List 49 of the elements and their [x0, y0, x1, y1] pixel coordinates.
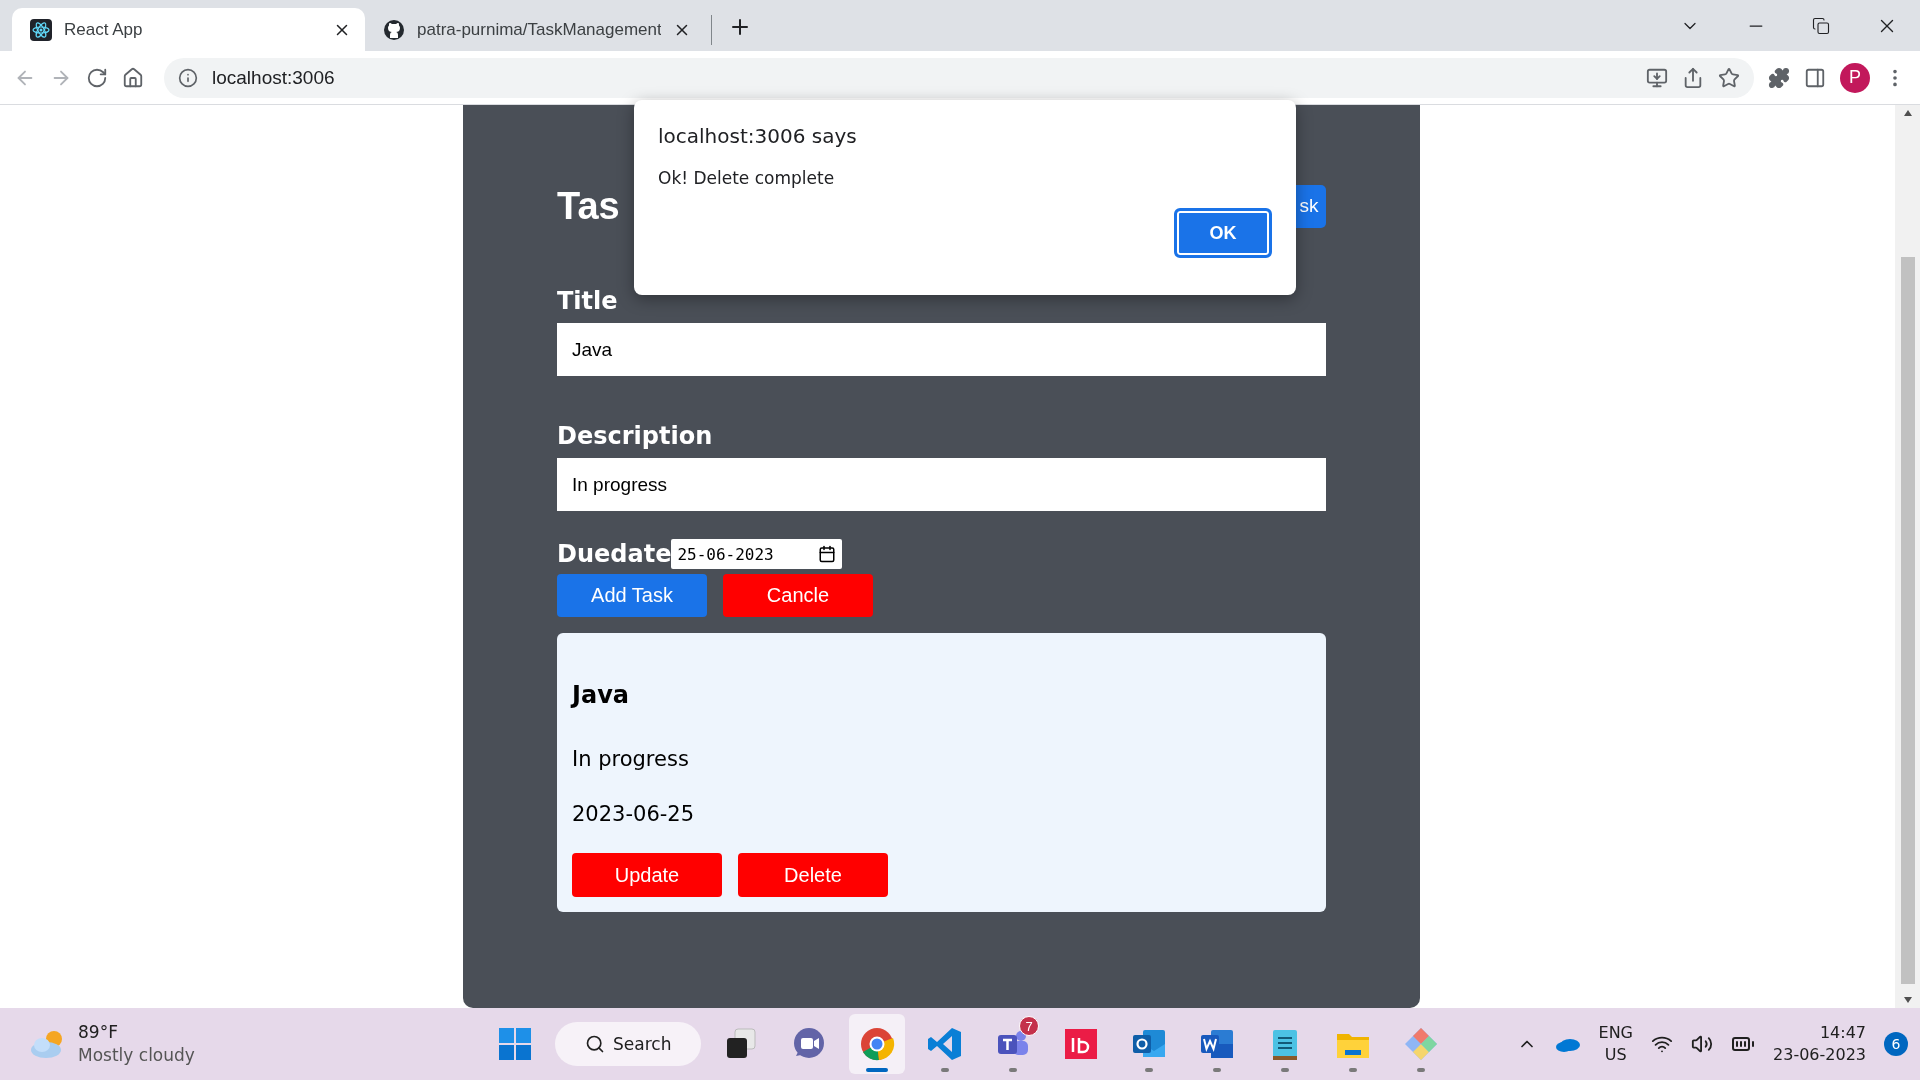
notification-badge: 7 — [1019, 1016, 1039, 1036]
install-icon[interactable] — [1646, 66, 1668, 89]
task-due-date: 2023-06-25 — [572, 801, 696, 828]
ok-button[interactable]: OK — [1174, 208, 1272, 258]
reload-icon[interactable] — [86, 66, 108, 89]
action-button[interactable]: Add Task — [557, 574, 707, 617]
cat-logo-icon — [383, 18, 405, 41]
field-label: Description — [557, 421, 714, 452]
scroll-up-icon[interactable] — [1902, 109, 1913, 117]
task-description: In progress — [572, 746, 690, 773]
cloud-icon[interactable] — [1554, 1036, 1581, 1052]
windows-start-icon[interactable] — [497, 1026, 533, 1062]
search-icon — [585, 1034, 605, 1054]
code-editor-icon[interactable] — [927, 1026, 963, 1062]
calendar-icon[interactable] — [818, 545, 837, 563]
bookmark-star-icon[interactable] — [1718, 66, 1740, 89]
scroll-down-icon[interactable] — [1902, 996, 1913, 1004]
side-panel-icon[interactable] — [1804, 66, 1826, 89]
extensions-icon[interactable] — [1768, 66, 1790, 89]
share-icon[interactable] — [1682, 66, 1704, 89]
info-icon[interactable] — [178, 67, 198, 88]
task-title: Java — [572, 680, 630, 711]
text-input[interactable]: In progress — [557, 458, 1326, 511]
restore-icon[interactable] — [1812, 16, 1830, 35]
home-icon[interactable] — [122, 66, 144, 89]
temperature: 89°F — [78, 1021, 119, 1044]
volume-icon[interactable] — [1691, 1033, 1713, 1055]
dialog-message: Ok! Delete complete — [658, 168, 836, 188]
notification-count[interactable]: 6 — [1884, 1032, 1908, 1056]
profile-avatar[interactable]: P — [1840, 62, 1870, 93]
field-label: Duedate — [557, 540, 672, 568]
task-button[interactable]: Delete — [738, 853, 888, 897]
clock[interactable]: 14:47 23-06-2023 — [1773, 1022, 1866, 1066]
address-bar[interactable]: localhost:3006 — [164, 57, 1754, 98]
language-indicator[interactable]: ENG US — [1598, 1022, 1633, 1066]
action-button[interactable]: Cancle — [723, 574, 873, 617]
scrollbar[interactable] — [1895, 105, 1920, 1008]
page-heading: Tas — [557, 184, 620, 228]
task-button[interactable]: Update — [572, 853, 722, 897]
browser-tab[interactable]: patra-purnima/TaskManagement — [365, 8, 705, 51]
taskbar-search[interactable]: Search — [555, 1022, 701, 1066]
browser-tab[interactable]: React App — [12, 8, 365, 51]
field-label: Title — [557, 286, 619, 317]
weather-condition: Mostly cloudy — [78, 1044, 195, 1067]
text-input[interactable]: Java — [557, 323, 1326, 376]
react-logo-icon — [30, 18, 52, 41]
dialog-title: localhost:3006 says — [658, 124, 858, 148]
chrome-browser-icon[interactable] — [859, 1026, 895, 1062]
date-input[interactable]: 25-06-2023 — [671, 539, 843, 569]
